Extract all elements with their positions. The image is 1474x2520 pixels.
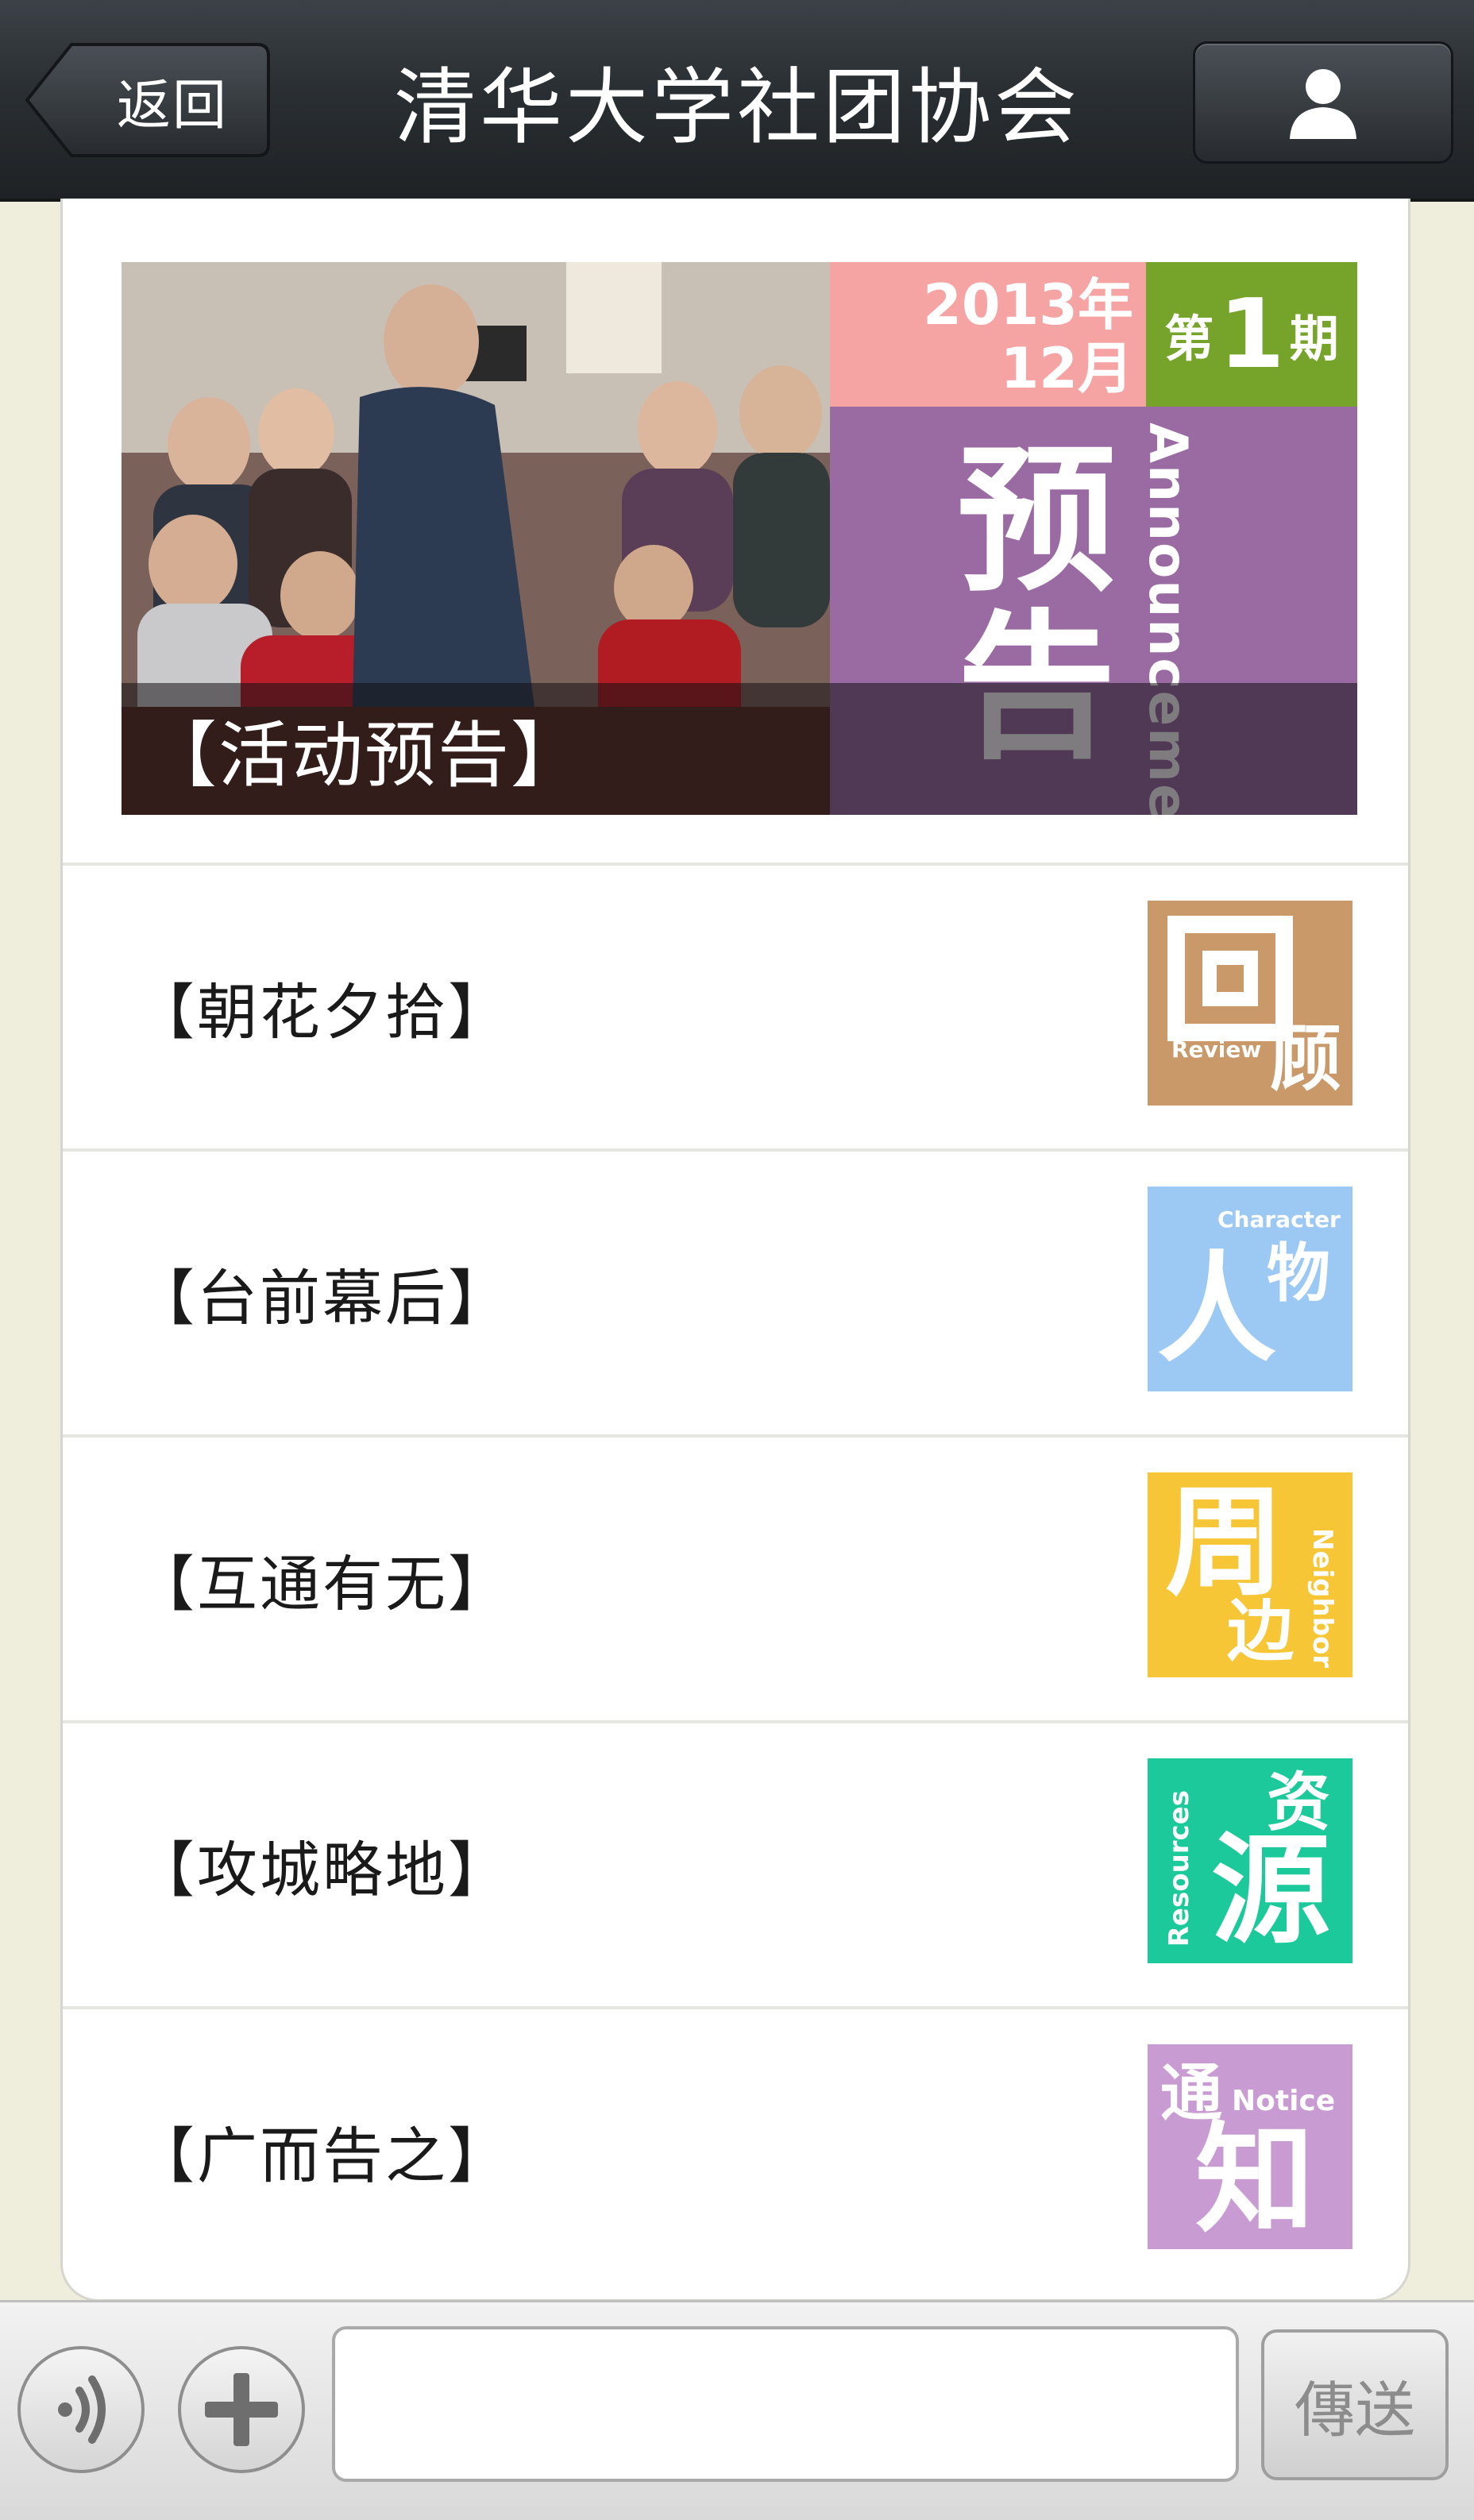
message-input-bar: 傳送 <box>0 2300 1474 2520</box>
character-en: Character <box>1217 1206 1341 1233</box>
back-button[interactable]: 返回 <box>24 41 272 159</box>
neighbor-cn-small: 边 <box>1227 1592 1295 1670</box>
top-navigation-bar: 返回 清华大学社团协会 <box>0 0 1474 202</box>
plus-button[interactable] <box>178 2346 305 2473</box>
list-item-label: 【台前幕后】 <box>134 1263 511 1333</box>
featured-article-banner[interactable]: 2013年 12月 第 1 期 预告 Announcements 【活动预告】 <box>122 262 1357 815</box>
message-input[interactable] <box>332 2326 1239 2482</box>
list-item-character[interactable]: 【台前幕后】 Character 人 物 <box>63 1148 1408 1434</box>
back-button-label: 返回 <box>116 74 228 137</box>
profile-button[interactable] <box>1193 41 1453 164</box>
resources-en: Resources <box>1163 1790 1195 1947</box>
banner-caption-bar: 【活动预告】 <box>122 683 1357 815</box>
resources-cn-big: 源 <box>1211 1822 1331 1960</box>
issue-number: 1 <box>1218 279 1285 390</box>
list-item-label: 【攻城略地】 <box>134 1835 511 1905</box>
poster-issue-block: 第 1 期 <box>1146 262 1357 407</box>
issue-prefix: 第 <box>1164 310 1214 368</box>
poster-issue: 第 1 期 <box>1146 262 1357 407</box>
voice-button[interactable] <box>17 2346 145 2473</box>
poster-month: 12月 <box>1000 336 1133 401</box>
character-cn-big: 人 <box>1157 1241 1277 1379</box>
list-item-resources[interactable]: 【攻城略地】 Resources 资 源 <box>63 1720 1408 2006</box>
review-cn: 顾 <box>1270 1017 1341 1101</box>
article-list-card: 2013年 12月 第 1 期 预告 Announcements 【活动预告】 … <box>60 199 1410 2302</box>
character-cn-small: 物 <box>1267 1237 1330 1310</box>
neighbor-cn-big: 周 <box>1165 1474 1285 1612</box>
list-item-label: 【朝花夕拾】 <box>134 977 511 1048</box>
person-icon <box>1290 69 1356 139</box>
list-item-neighbor[interactable]: 【互通有无】 周 边 Neighbor <box>63 1434 1408 1720</box>
issue-suffix: 期 <box>1289 310 1339 368</box>
notice-cn-big: 知 <box>1195 2111 1315 2249</box>
plus-icon <box>205 2373 278 2446</box>
list-item-notice[interactable]: 【广而告之】 通 Notice 知 <box>63 2006 1408 2292</box>
page-title: 清华大学社团协会 <box>393 58 1080 156</box>
review-thumbnail: Review 顾 <box>1148 901 1352 1106</box>
neighbor-thumbnail: 周 边 Neighbor <box>1148 1472 1352 1677</box>
character-thumbnail: Character 人 物 <box>1148 1187 1352 1391</box>
poster-date-block: 2013年 12月 <box>830 262 1146 407</box>
list-item-label: 【广而告之】 <box>134 2121 511 2191</box>
send-button[interactable]: 傳送 <box>1261 2329 1449 2480</box>
resources-thumbnail: Resources 资 源 <box>1148 1758 1352 1963</box>
list-item-review[interactable]: 【朝花夕拾】 Review 顾 <box>63 863 1408 1148</box>
banner-caption: 【活动预告】 <box>145 714 584 797</box>
poster-date: 2013年 12月 <box>923 273 1133 400</box>
voice-icon <box>58 2375 106 2444</box>
notice-thumbnail: 通 Notice 知 <box>1148 2044 1352 2249</box>
list-item-label: 【互通有无】 <box>134 1549 511 1619</box>
review-en: Review <box>1171 1036 1262 1063</box>
neighbor-en: Neighbor <box>1306 1528 1338 1669</box>
poster-year: 2013年 <box>923 272 1133 338</box>
